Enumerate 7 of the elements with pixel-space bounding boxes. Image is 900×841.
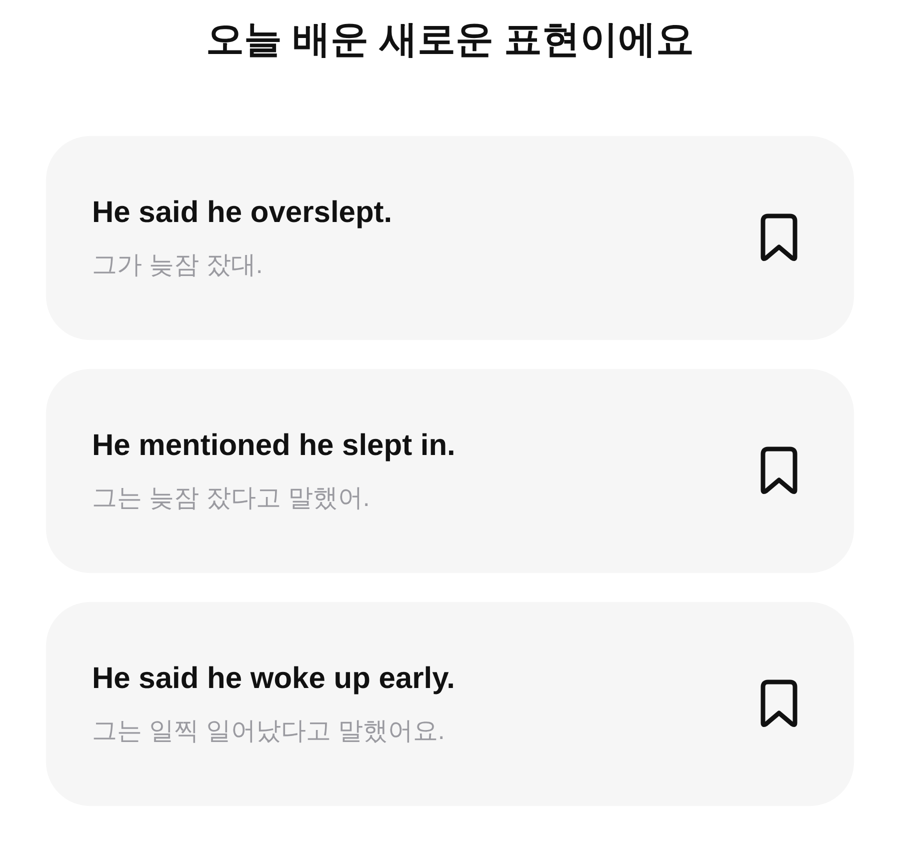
korean-translation: 그는 일찍 일어났다고 말했어요. [92,716,446,747]
english-sentence: He said he woke up early. [92,661,456,697]
english-sentence: He mentioned he slept in. [92,428,456,464]
english-sentence: He said he overslept. [92,195,394,231]
korean-translation: 그가 늦잠 잤대. [92,250,264,281]
page-title: 오늘 배운 새로운 표현이에요 [206,18,694,63]
korean-translation: 그는 늦잠 잤다고 말했어. [92,483,371,514]
